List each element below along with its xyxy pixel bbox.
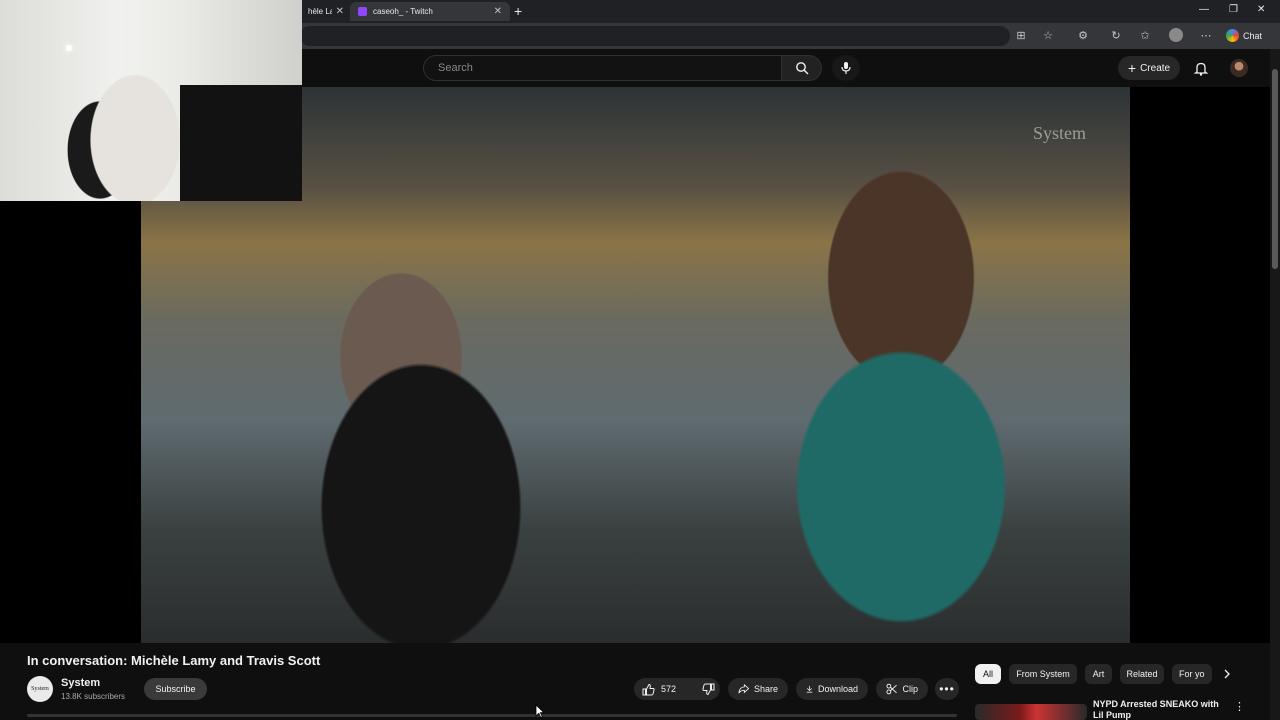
channel-avatar[interactable]: System [27, 676, 53, 702]
download-button[interactable]: Download [796, 678, 868, 700]
browser-tab[interactable]: hèle Lam ✕ [300, 2, 352, 21]
chat-label: Chat [1243, 30, 1263, 41]
microphone-icon [841, 62, 851, 74]
more-horizontal-icon: ••• [939, 682, 955, 696]
dislike-button[interactable] [694, 678, 723, 700]
page-scrollbar[interactable] [1270, 49, 1280, 720]
channel-name[interactable]: System [61, 677, 100, 689]
new-tab-plus-icon[interactable]: + [514, 3, 522, 19]
like-dislike-group: 572 [634, 678, 720, 700]
tab-title: hèle Lam [308, 7, 332, 16]
chat-button[interactable]: Chat [1226, 26, 1262, 45]
video-watermark: System [1033, 123, 1087, 143]
minimize-icon[interactable]: — [1199, 4, 1209, 15]
copilot-icon [1226, 29, 1239, 42]
create-button[interactable]: + Create [1118, 56, 1180, 80]
chevron-right-icon [1224, 669, 1230, 679]
recommendation-thumbnail[interactable] [975, 704, 1087, 720]
recommendation-title[interactable]: NYPD Arrested SNEAKO with Lil Pump [1093, 699, 1229, 720]
search-input[interactable]: Search [423, 55, 782, 81]
webcam-overlay [0, 0, 302, 201]
favorites-icon[interactable]: ✩ [1138, 28, 1152, 42]
more-menu-icon[interactable]: ⋯ [1199, 28, 1213, 42]
chip-for-you[interactable]: For yo [1172, 664, 1212, 684]
app-install-icon[interactable]: ⊞ [1014, 28, 1028, 42]
webcam-monitor [180, 85, 302, 201]
download-icon [806, 685, 813, 693]
voice-search-button[interactable] [832, 55, 860, 81]
user-avatar[interactable] [1230, 59, 1248, 77]
share-arrow-icon [738, 683, 749, 694]
restore-icon[interactable]: ❐ [1229, 4, 1238, 15]
thumbs-up-icon [642, 683, 655, 695]
refresh-collection-icon[interactable]: ↻ [1109, 28, 1123, 42]
search-button[interactable] [782, 55, 822, 81]
close-tab-icon[interactable]: ✕ [336, 6, 344, 17]
create-label: Create [1140, 62, 1171, 74]
notifications-button[interactable] [1190, 57, 1212, 79]
chips-next-button[interactable] [1219, 666, 1235, 682]
like-button[interactable]: 572 [634, 678, 684, 700]
screen: hèle Lam ✕ caseoh_ - Twitch ✕ + — ❐ ✕ ⊞ … [0, 0, 1280, 720]
download-label: Download [817, 684, 858, 694]
scrollbar-thumb[interactable] [1272, 69, 1278, 269]
browser-profile-avatar[interactable] [1169, 28, 1183, 42]
window-close-icon[interactable]: ✕ [1257, 4, 1265, 15]
more-actions-button[interactable]: ••• [935, 678, 959, 700]
plus-icon: + [1127, 60, 1137, 76]
subscriber-count: 13.8K subscribers [61, 692, 126, 701]
address-bar[interactable] [300, 26, 1010, 46]
like-count: 572 [661, 684, 677, 694]
browser-tab-active[interactable]: caseoh_ - Twitch ✕ [350, 2, 510, 21]
chip-from-system[interactable]: From System [1009, 664, 1077, 684]
ceiling-light [66, 45, 72, 51]
page-bottom-bar [27, 714, 957, 717]
twitch-favicon-icon [358, 7, 367, 16]
bell-icon [1194, 62, 1208, 76]
tab-title: caseoh_ - Twitch [373, 7, 433, 16]
chip-related[interactable]: Related [1120, 664, 1164, 684]
share-label: Share [753, 684, 778, 694]
chip-all[interactable]: All [975, 664, 1001, 684]
share-button[interactable]: Share [728, 678, 788, 700]
chip-art[interactable]: Art [1085, 664, 1112, 684]
clip-button[interactable]: Clip [876, 678, 928, 700]
scissors-icon [886, 683, 897, 695]
thumbs-down-icon [702, 683, 715, 695]
favorite-star-icon[interactable]: ☆ [1041, 28, 1055, 42]
subscribe-button[interactable]: Subscribe [144, 678, 207, 700]
clip-label: Clip [902, 684, 918, 694]
mouse-cursor-icon [535, 704, 545, 718]
video-title: In conversation: Michèle Lamy and Travis… [27, 653, 321, 668]
close-tab-icon[interactable]: ✕ [494, 6, 502, 17]
more-vertical-icon[interactable]: ⋮ [1234, 700, 1245, 714]
search-icon [795, 62, 808, 75]
extensions-icon[interactable]: ⚙ [1076, 28, 1090, 42]
